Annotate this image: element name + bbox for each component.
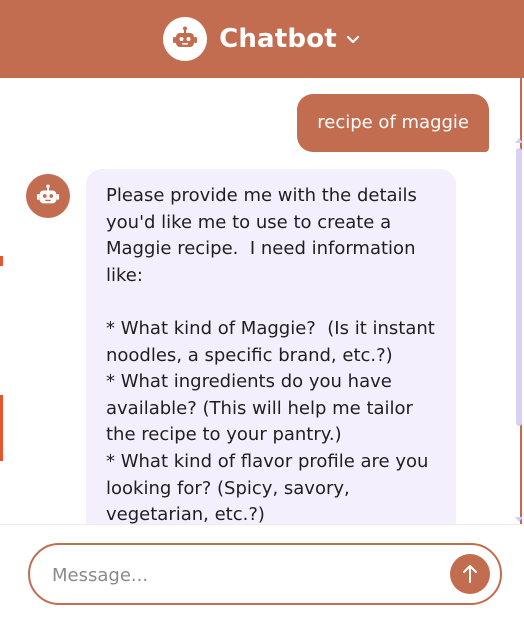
send-button[interactable] [450,554,490,594]
message-input[interactable] [50,553,434,597]
chat-header: Chatbot [0,0,524,78]
arrow-up-icon [463,565,477,583]
composer [0,524,522,621]
bot-message: Please provide me with the details you'd… [86,169,456,524]
user-message: recipe of maggie [297,94,489,152]
robot-icon [173,26,198,47]
chatbot-menu-toggle[interactable]: Chatbot [163,17,361,61]
chevron-down-icon [345,31,361,47]
edge-accent [0,256,3,266]
edge-accent [0,395,3,461]
robot-icon [36,184,60,204]
scroll-thumb[interactable] [516,148,522,426]
chat-scrollbar[interactable] [514,78,524,524]
scroll-down-arrow-icon[interactable] [515,517,523,522]
chat-window: Chatbot recipe of maggie Please provide [0,0,524,621]
message-input-box [28,543,502,605]
bot-avatar [26,174,70,218]
chatbot-title: Chatbot [219,24,337,54]
scroll-up-arrow-icon[interactable] [515,138,523,143]
chat-body[interactable]: recipe of maggie Please provide me with … [0,78,516,524]
bot-avatar [163,17,208,61]
